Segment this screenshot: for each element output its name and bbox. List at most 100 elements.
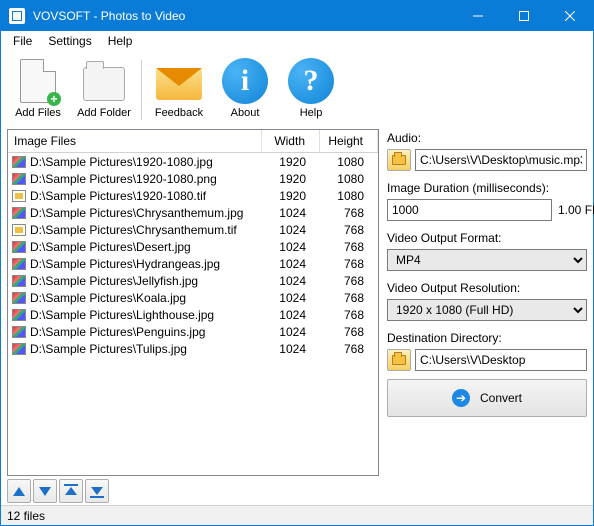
table-row[interactable]: D:\Sample Pictures\Lighthouse.jpg1024768 xyxy=(8,306,378,323)
file-name: D:\Sample Pictures\1920-1080.png xyxy=(30,172,262,186)
file-type-icon xyxy=(11,325,27,339)
file-name: D:\Sample Pictures\Lighthouse.jpg xyxy=(30,308,262,322)
add-files-label: Add Files xyxy=(15,107,61,119)
col-height[interactable]: Height xyxy=(320,130,378,152)
add-folder-button[interactable]: Add Folder xyxy=(71,53,137,127)
minimize-button[interactable] xyxy=(455,1,501,31)
format-label: Video Output Format: xyxy=(387,231,587,245)
file-type-icon xyxy=(11,274,27,288)
table-row[interactable]: D:\Sample Pictures\Chrysanthemum.tif1024… xyxy=(8,221,378,238)
arrow-up-icon xyxy=(13,487,25,496)
table-row[interactable]: D:\Sample Pictures\Jellyfish.jpg1024768 xyxy=(8,272,378,289)
table-row[interactable]: D:\Sample Pictures\Desert.jpg1024768 xyxy=(8,238,378,255)
file-list[interactable]: Image Files Width Height D:\Sample Pictu… xyxy=(7,129,379,476)
app-icon xyxy=(9,8,25,24)
list-rows[interactable]: D:\Sample Pictures\1920-1080.jpg19201080… xyxy=(8,153,378,475)
arrow-bottom-icon xyxy=(90,484,104,498)
file-name: D:\Sample Pictures\Jellyfish.jpg xyxy=(30,274,262,288)
file-type-icon xyxy=(11,240,27,254)
convert-label: Convert xyxy=(480,391,522,405)
toolbar: + Add Files Add Folder Feedback i About … xyxy=(1,51,593,129)
file-width: 1024 xyxy=(262,342,320,356)
add-files-button[interactable]: + Add Files xyxy=(5,53,71,127)
menu-settings[interactable]: Settings xyxy=(40,32,99,50)
question-icon: ? xyxy=(287,57,335,105)
about-label: About xyxy=(231,107,260,119)
file-width: 1024 xyxy=(262,325,320,339)
table-row[interactable]: D:\Sample Pictures\1920-1080.jpg19201080 xyxy=(8,153,378,170)
feedback-label: Feedback xyxy=(155,107,203,119)
duration-input[interactable] xyxy=(387,199,552,221)
resolution-label: Video Output Resolution: xyxy=(387,281,587,295)
status-bar: 12 files xyxy=(1,505,593,525)
file-height: 768 xyxy=(320,257,378,271)
arrow-top-icon xyxy=(64,484,78,498)
file-name: D:\Sample Pictures\Chrysanthemum.jpg xyxy=(30,206,262,220)
file-type-icon xyxy=(11,172,27,186)
file-width: 1024 xyxy=(262,240,320,254)
convert-arrow-icon: ➔ xyxy=(452,389,470,407)
file-name: D:\Sample Pictures\Hydrangeas.jpg xyxy=(30,257,262,271)
toolbar-separator xyxy=(141,60,142,120)
file-height: 768 xyxy=(320,223,378,237)
file-height: 1080 xyxy=(320,189,378,203)
file-type-icon xyxy=(11,257,27,271)
menu-help[interactable]: Help xyxy=(100,32,141,50)
audio-input[interactable] xyxy=(415,149,587,171)
table-row[interactable]: D:\Sample Pictures\Koala.jpg1024768 xyxy=(8,289,378,306)
menu-file[interactable]: File xyxy=(5,32,40,50)
file-width: 1920 xyxy=(262,155,320,169)
move-up-button[interactable] xyxy=(7,479,31,503)
col-width[interactable]: Width xyxy=(262,130,320,152)
file-type-icon xyxy=(11,189,27,203)
resolution-select[interactable]: 1920 x 1080 (Full HD) xyxy=(387,299,587,321)
content-area: Image Files Width Height D:\Sample Pictu… xyxy=(1,129,593,505)
audio-label: Audio: xyxy=(387,131,587,145)
feedback-button[interactable]: Feedback xyxy=(146,53,212,127)
table-row[interactable]: D:\Sample Pictures\1920-1080.png19201080 xyxy=(8,170,378,187)
file-type-icon xyxy=(11,291,27,305)
table-row[interactable]: D:\Sample Pictures\Tulips.jpg1024768 xyxy=(8,340,378,357)
table-row[interactable]: D:\Sample Pictures\Chrysanthemum.jpg1024… xyxy=(8,204,378,221)
file-height: 768 xyxy=(320,274,378,288)
file-height: 1080 xyxy=(320,172,378,186)
browse-destination-button[interactable] xyxy=(387,349,411,371)
browse-audio-button[interactable] xyxy=(387,149,411,171)
move-down-button[interactable] xyxy=(33,479,57,503)
table-row[interactable]: D:\Sample Pictures\Penguins.jpg1024768 xyxy=(8,323,378,340)
title-bar: VOVSOFT - Photos to Video xyxy=(1,1,593,31)
arrow-down-icon xyxy=(39,487,51,496)
move-bottom-button[interactable] xyxy=(85,479,109,503)
help-button[interactable]: ? Help xyxy=(278,53,344,127)
convert-button[interactable]: ➔ Convert xyxy=(387,379,587,417)
status-text: 12 files xyxy=(7,509,45,523)
file-name: D:\Sample Pictures\Desert.jpg xyxy=(30,240,262,254)
settings-panel: Audio: Image Duration (milliseconds): 1.… xyxy=(387,129,587,505)
file-name: D:\Sample Pictures\Penguins.jpg xyxy=(30,325,262,339)
file-name: D:\Sample Pictures\Koala.jpg xyxy=(30,291,262,305)
left-panel: Image Files Width Height D:\Sample Pictu… xyxy=(7,129,379,505)
col-name[interactable]: Image Files xyxy=(8,130,262,152)
file-name: D:\Sample Pictures\1920-1080.jpg xyxy=(30,155,262,169)
file-type-icon xyxy=(11,308,27,322)
maximize-button[interactable] xyxy=(501,1,547,31)
about-button[interactable]: i About xyxy=(212,53,278,127)
file-width: 1920 xyxy=(262,189,320,203)
format-select[interactable]: MP4 xyxy=(387,249,587,271)
file-width: 1024 xyxy=(262,257,320,271)
file-name: D:\Sample Pictures\Chrysanthemum.tif xyxy=(30,223,262,237)
file-width: 1024 xyxy=(262,291,320,305)
menu-bar: File Settings Help xyxy=(1,31,593,51)
envelope-icon xyxy=(155,57,203,105)
file-height: 768 xyxy=(320,240,378,254)
table-row[interactable]: D:\Sample Pictures\1920-1080.tif19201080 xyxy=(8,187,378,204)
move-top-button[interactable] xyxy=(59,479,83,503)
close-button[interactable] xyxy=(547,1,593,31)
list-header: Image Files Width Height xyxy=(8,130,378,153)
destination-label: Destination Directory: xyxy=(387,331,587,345)
table-row[interactable]: D:\Sample Pictures\Hydrangeas.jpg1024768 xyxy=(8,255,378,272)
destination-input[interactable] xyxy=(415,349,587,371)
file-height: 768 xyxy=(320,206,378,220)
file-height: 768 xyxy=(320,291,378,305)
list-toolbar xyxy=(7,476,379,505)
